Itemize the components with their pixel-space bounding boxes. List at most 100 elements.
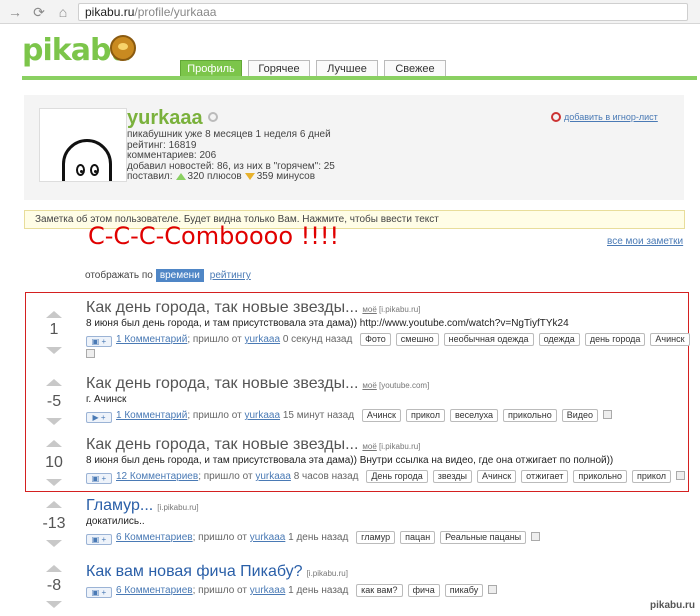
downvote-icon[interactable] xyxy=(46,540,62,547)
post-title-text: Как день города, так новые звезды... xyxy=(86,436,359,453)
tag[interactable]: как вам? xyxy=(356,584,403,597)
sort-selector: отображать по времени рейтингу xyxy=(85,269,251,282)
tag[interactable]: Видео xyxy=(561,409,598,422)
browser-toolbar: → ⟳ ⌂ pikabu.ru/profile/yurkaaa xyxy=(0,0,700,24)
photo-plus-icon[interactable]: ▣ + xyxy=(86,587,112,598)
post-title-text: Гламур... xyxy=(86,497,154,514)
tag[interactable]: День города xyxy=(366,470,428,483)
post-title[interactable]: Как день города, так новые звезды... моё … xyxy=(86,436,420,454)
tag[interactable]: необычная одежда xyxy=(443,333,534,346)
sort-by-rating[interactable]: рейтингу xyxy=(210,270,251,281)
post-meta: ▣ + 6 Комментариев; пришло от yurkaaa 1 д… xyxy=(86,584,498,598)
tag[interactable]: Реальные пацаны xyxy=(440,531,527,544)
post-title[interactable]: Как вам новая фича Пикабу? [i.pikabu.ru] xyxy=(86,563,348,581)
post-time: 1 день назад xyxy=(288,585,349,596)
post-item: 10 Как день города, так новые звезды... м… xyxy=(30,436,690,491)
profile-card: yurkaaa пикабушник уже 8 месяцев 1 недел… xyxy=(24,95,684,200)
stat-votes: поставил: 320 плюсов 359 минусов xyxy=(127,171,335,183)
upvote-icon[interactable] xyxy=(46,379,62,386)
author-link[interactable]: yurkaaa xyxy=(250,585,286,596)
video-plus-icon[interactable]: ▶ + xyxy=(86,412,112,423)
minus-arrow-icon xyxy=(244,173,255,180)
save-icon[interactable] xyxy=(531,532,541,541)
post-source: [youtube.com] xyxy=(379,381,430,390)
url-host: pikabu.ru xyxy=(85,5,135,19)
tag[interactable]: Ачинск xyxy=(477,470,517,483)
photo-plus-icon[interactable]: ▣ + xyxy=(86,473,112,484)
tag[interactable]: прикол xyxy=(405,409,445,422)
save-icon[interactable] xyxy=(488,585,498,594)
post-title-text: Как день города, так новые звезды... xyxy=(86,375,359,392)
tag[interactable]: звезды xyxy=(432,470,472,483)
comments-link[interactable]: 1 Комментарий xyxy=(116,410,187,421)
tag[interactable]: прикольно xyxy=(573,470,628,483)
post-item: -5 Как день города, так новые звезды... м… xyxy=(30,375,690,430)
post-title[interactable]: Как день города, так новые звезды... моё … xyxy=(86,299,420,317)
tag[interactable]: веселуха xyxy=(449,409,499,422)
post-description: докатились.. xyxy=(86,516,145,527)
profile-stats: пикабушник уже 8 месяцев 1 неделя 6 дней… xyxy=(127,129,335,183)
sort-label: отображать по xyxy=(85,270,153,281)
author-link[interactable]: yurkaaa xyxy=(244,334,280,345)
save-icon[interactable] xyxy=(86,349,95,358)
add-to-ignore-link[interactable]: добавить в игнор-лист xyxy=(551,112,658,122)
forward-arrow-icon[interactable]: → xyxy=(6,3,24,21)
downvote-icon[interactable] xyxy=(46,347,62,354)
upvote-icon[interactable] xyxy=(46,440,62,447)
all-notes-link[interactable]: все мои заметки xyxy=(607,236,683,247)
comments-link[interactable]: 1 Комментарий xyxy=(116,334,187,345)
upvote-icon[interactable] xyxy=(46,311,62,318)
settings-gear-icon[interactable] xyxy=(208,112,218,122)
post-meta: ▣ + 12 Комментариев; пришло от yurkaaa 8 … xyxy=(86,470,686,484)
tag[interactable]: Ачинск xyxy=(361,409,401,422)
downvote-icon[interactable] xyxy=(46,601,62,608)
tag[interactable]: отжигает xyxy=(521,470,569,483)
meta-text: ; пришло от xyxy=(187,334,242,345)
mine-label: моё xyxy=(362,442,377,451)
tag[interactable]: смешно xyxy=(395,333,439,346)
post-title[interactable]: Гламур... [i.pikabu.ru] xyxy=(86,497,199,515)
home-icon[interactable]: ⌂ xyxy=(54,3,72,21)
save-icon[interactable] xyxy=(676,471,686,480)
tag[interactable]: Ачинск xyxy=(650,333,690,346)
photo-plus-icon[interactable]: ▣ + xyxy=(86,336,112,347)
comments-link[interactable]: 6 Комментариев xyxy=(116,532,193,543)
tag[interactable]: гламур xyxy=(356,531,396,544)
author-link[interactable]: yurkaaa xyxy=(250,532,286,543)
post-meta: ▣ + 6 Комментариев; пришло от yurkaaa 1 д… xyxy=(86,531,541,545)
tag[interactable]: прикол xyxy=(632,470,672,483)
reload-icon[interactable]: ⟳ xyxy=(30,3,48,21)
post-time: 15 минут назад xyxy=(282,410,355,421)
tab-new[interactable]: Свежее xyxy=(384,60,446,77)
tag[interactable]: фича xyxy=(407,584,440,597)
post-time: 0 секунд назад xyxy=(282,334,353,345)
downvote-icon[interactable] xyxy=(46,479,62,486)
tag[interactable]: день города xyxy=(584,333,646,346)
comments-link[interactable]: 12 Комментариев xyxy=(116,471,198,482)
tag[interactable]: пацан xyxy=(400,531,436,544)
upvote-icon[interactable] xyxy=(46,501,62,508)
author-link[interactable]: yurkaaa xyxy=(244,410,280,421)
comments-link[interactable]: 6 Комментариев xyxy=(116,585,193,596)
tag[interactable]: пикабу xyxy=(444,584,484,597)
tag[interactable]: прикольно xyxy=(503,409,557,422)
post-rating: -5 xyxy=(46,393,62,410)
avatar-figure xyxy=(62,139,112,181)
downvote-icon[interactable] xyxy=(46,418,62,425)
combo-caption: C-C-C-Combooоо !!!! xyxy=(88,222,340,250)
upvote-icon[interactable] xyxy=(46,565,62,572)
logo-ball-icon xyxy=(110,35,136,61)
tab-hot[interactable]: Горячее xyxy=(248,60,310,77)
author-link[interactable]: yurkaaa xyxy=(255,471,291,482)
post-item: -13 Гламур... [i.pikabu.ru] докатились.. … xyxy=(30,497,690,552)
sort-by-time[interactable]: времени xyxy=(155,269,204,282)
tag[interactable]: одежда xyxy=(538,333,580,346)
tag[interactable]: Фото xyxy=(360,333,391,346)
tab-best[interactable]: Лучшее xyxy=(316,60,378,77)
post-title[interactable]: Как день города, так новые звезды... моё … xyxy=(86,375,429,393)
photo-plus-icon[interactable]: ▣ + xyxy=(86,534,112,545)
address-bar[interactable]: pikabu.ru/profile/yurkaaa xyxy=(78,3,688,21)
save-icon[interactable] xyxy=(603,410,612,419)
stat-minus: 359 минусов xyxy=(256,171,316,182)
post-rating: -13 xyxy=(42,515,66,532)
